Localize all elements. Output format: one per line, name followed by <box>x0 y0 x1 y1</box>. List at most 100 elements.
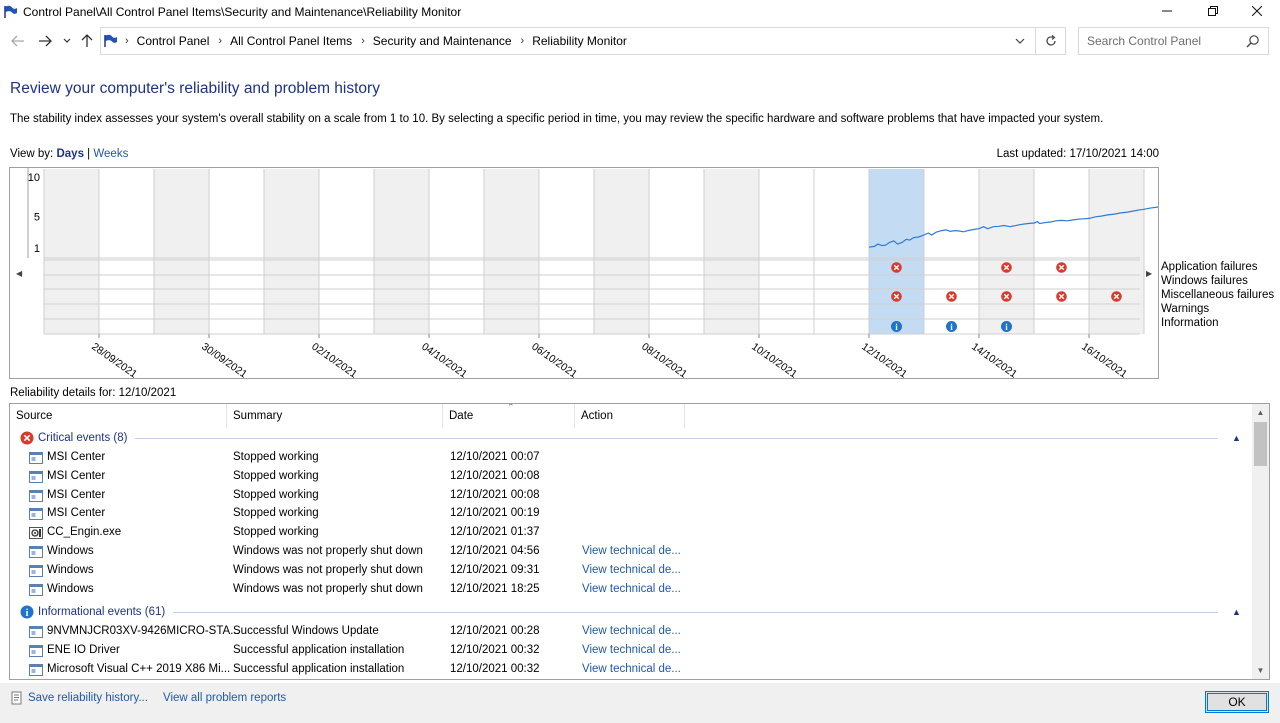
table-row[interactable]: Windows Windows was not properly shut dow… <box>10 543 1254 562</box>
breadcrumb-separator-icon[interactable]: › <box>521 35 525 47</box>
search-input[interactable] <box>1087 34 1237 48</box>
critical-event-icon[interactable] <box>946 291 957 302</box>
event-group-header[interactable]: i Informational events (61) ▲ <box>10 602 1254 622</box>
chart-scroll-left-icon[interactable]: ◀ <box>16 269 23 278</box>
last-updated-label: Last updated: 17/10/2021 14:00 <box>996 148 1159 160</box>
row-date: 12/10/2021 00:07 <box>450 451 540 463</box>
row-source: MSI Center <box>47 507 106 520</box>
event-group-header[interactable]: Critical events (8) ▲ <box>10 428 1254 448</box>
search-box[interactable] <box>1078 27 1269 55</box>
address-history-button[interactable] <box>1011 32 1029 50</box>
forward-button[interactable] <box>36 31 54 51</box>
row-source: 9NVMNJCR03XV-9426MICRO-STA... <box>47 625 240 638</box>
info-event-icon[interactable]: i <box>891 321 902 332</box>
chart-scroll-right-icon[interactable]: ▶ <box>1146 269 1153 278</box>
collapse-chevron-icon[interactable]: ▲ <box>1232 433 1244 443</box>
reliability-details-list: Source Summary Date ⌃ Action Critical ev… <box>9 403 1270 680</box>
table-row[interactable]: MSI Center Stopped working 12/10/2021 00:0… <box>10 487 1254 506</box>
view-separator: | <box>87 148 91 160</box>
up-button[interactable] <box>78 31 96 51</box>
row-summary: Stopped working <box>233 469 319 482</box>
row-action-link[interactable]: View technical de... <box>582 644 681 656</box>
table-row[interactable]: MSI Center Stopped working 12/10/2021 00:1… <box>10 505 1254 524</box>
row-source: Microsoft Visual C++ 2019 X86 Mi... <box>47 663 231 675</box>
critical-event-icon[interactable] <box>1111 291 1122 302</box>
table-row[interactable]: CC_Engin.exe Stopped working 12/10/2021 01… <box>10 524 1254 543</box>
critical-event-icon[interactable] <box>1001 291 1012 302</box>
chart-x-tick-label: 04/10/2021 <box>419 341 469 378</box>
column-header-source[interactable]: Source <box>10 404 227 428</box>
breadcrumb-separator-icon[interactable]: › <box>361 35 365 47</box>
table-row[interactable]: MSI Center Stopped working 12/10/2021 00:0… <box>10 449 1254 468</box>
address-bar[interactable]: › Control Panel › All Control Panel Item… <box>100 27 1066 55</box>
row-date: 12/10/2021 00:08 <box>450 488 540 501</box>
app-window-icon <box>29 546 43 558</box>
row-source: MSI Center <box>47 451 106 463</box>
view-all-problem-reports-link[interactable]: View all problem reports <box>163 692 286 704</box>
ok-button[interactable]: OK <box>1205 691 1269 713</box>
close-button[interactable] <box>1234 0 1280 22</box>
scroll-up-button[interactable]: ▲ <box>1252 404 1269 421</box>
reliability-chart[interactable]: 1051◀▶iiii28/09/202130/09/202102/10/2021… <box>9 167 1159 379</box>
info-event-icon[interactable]: i <box>1001 321 1012 332</box>
chart-day-column-07-10 <box>594 169 649 334</box>
legend-warnings: Warnings <box>1161 303 1210 315</box>
row-date: 12/10/2021 04:56 <box>450 545 540 557</box>
row-action-link[interactable]: View technical de... <box>582 625 681 637</box>
critical-event-icon[interactable] <box>891 262 902 273</box>
info-icon: i <box>20 605 34 619</box>
critical-event-icon[interactable] <box>1056 262 1067 273</box>
critical-event-icon[interactable] <box>1056 291 1067 302</box>
breadcrumb-reliability-monitor[interactable]: Reliability Monitor <box>532 34 627 48</box>
chart-x-tick-label: 12/10/2021 <box>859 341 909 378</box>
chart-y-tick-label: 5 <box>34 211 40 223</box>
breadcrumb-security-maintenance[interactable]: Security and Maintenance <box>373 34 512 48</box>
breadcrumb-all-items[interactable]: All Control Panel Items <box>230 34 352 48</box>
row-action-link[interactable]: View technical de... <box>582 663 681 675</box>
column-header-action[interactable]: Action <box>575 404 685 428</box>
back-button[interactable] <box>9 31 27 51</box>
scroll-down-button[interactable]: ▼ <box>1252 662 1269 679</box>
table-row[interactable]: Windows Windows was not properly shut dow… <box>10 562 1254 581</box>
table-row[interactable]: Microsoft Visual C++ 2019 X86 Mi... Succe… <box>10 661 1254 679</box>
breadcrumb-separator-icon: › <box>125 35 129 47</box>
refresh-button[interactable] <box>1035 28 1065 54</box>
view-days-link[interactable]: Days <box>56 148 84 160</box>
vertical-scrollbar[interactable]: ▲ ▼ <box>1252 404 1269 679</box>
recent-locations-button[interactable] <box>61 31 73 51</box>
view-by-label: View by: <box>10 148 54 160</box>
ok-button-focus-ring <box>1207 693 1267 711</box>
critical-event-icon[interactable] <box>1001 262 1012 273</box>
group-divider <box>173 611 1218 613</box>
breadcrumb-control-panel[interactable]: Control Panel <box>137 34 210 48</box>
window-title: Control Panel\All Control Panel Items\Se… <box>23 5 462 19</box>
scrollbar-thumb[interactable] <box>1254 422 1267 466</box>
info-event-icon[interactable]: i <box>946 321 957 332</box>
table-row[interactable]: MSI Center Stopped working 12/10/2021 00:0… <box>10 468 1254 487</box>
row-summary: Stopped working <box>233 488 319 501</box>
chart-x-tick-label: 14/10/2021 <box>969 341 1019 378</box>
table-row[interactable]: 9NVMNJCR03XV-9426MICRO-STA... Successful … <box>10 623 1254 642</box>
row-summary: Windows was not properly shut down <box>233 582 423 595</box>
row-action-link[interactable]: View technical de... <box>582 545 681 557</box>
column-header-summary[interactable]: Summary <box>227 404 443 428</box>
table-row[interactable]: Windows Windows was not properly shut dow… <box>10 581 1254 600</box>
row-date: 12/10/2021 01:37 <box>450 526 540 539</box>
view-weeks-link[interactable]: Weeks <box>93 148 128 160</box>
back-arrow-icon <box>11 35 24 47</box>
table-row[interactable]: ENE IO Driver Successful application inst… <box>10 642 1254 661</box>
chart-x-tick-label: 16/10/2021 <box>1079 341 1129 378</box>
critical-event-icon[interactable] <box>891 291 902 302</box>
collapse-chevron-icon[interactable]: ▲ <box>1232 607 1244 617</box>
save-reliability-history-link[interactable]: Save reliability history... <box>28 692 148 704</box>
row-action-link[interactable]: View technical de... <box>582 583 681 595</box>
row-action-link[interactable]: View technical de... <box>582 564 681 576</box>
minimize-button[interactable] <box>1144 0 1190 22</box>
breadcrumb-separator-icon[interactable]: › <box>218 35 222 47</box>
bottom-bar: Save reliability history... View all pro… <box>0 683 1280 723</box>
chart-y-tick-label: 10 <box>28 172 40 184</box>
chevron-down-icon <box>1015 38 1025 44</box>
app-window-icon <box>29 470 43 483</box>
row-date: 12/10/2021 18:25 <box>450 582 540 595</box>
restore-button[interactable] <box>1190 0 1236 22</box>
